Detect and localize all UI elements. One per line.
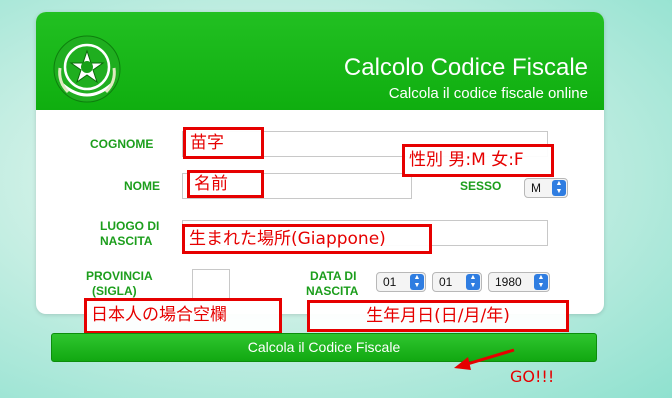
year-value: 1980 [495,275,522,289]
annotation-province: 日本人の場合空欄 [84,298,282,334]
provincia-label-line2: (SIGLA) [92,284,137,298]
sesso-label: SESSO [460,179,502,193]
arrow-icon [454,348,515,370]
annotation-birthplace: 生まれた場所(Giappone) [182,224,432,254]
nome-label: NOME [124,179,160,193]
sesso-select[interactable]: M ▲ ▼ [524,178,568,198]
provincia-input[interactable] [192,269,230,299]
annotation-birthdate: 生年月日(日/月/年) [307,300,569,332]
annotation-gender: 性別 男:M 女:F [402,144,554,177]
italian-emblem-icon [53,35,121,103]
annotation-surname: 苗字 [183,127,264,159]
day-select[interactable]: 01 ▲ ▼ [376,272,426,292]
luogo-label-line2: NASCITA [100,234,153,248]
year-select[interactable]: 1980 ▲ ▼ [488,272,550,292]
cognome-label: COGNOME [90,137,154,151]
provincia-label-line1: PROVINCIA [86,269,153,283]
sesso-value: M [531,181,541,195]
select-arrows-icon: ▲ ▼ [410,274,424,290]
select-arrows-icon: ▲ ▼ [552,180,566,196]
month-value: 01 [439,275,453,289]
header-banner: Calcolo Codice Fiscale Calcola il codice… [36,12,604,110]
day-value: 01 [383,275,397,289]
luogo-label-line1: LUOGO DI [100,219,160,233]
month-select[interactable]: 01 ▲ ▼ [432,272,482,292]
page-subtitle: Calcola il codice fiscale online [388,85,588,102]
select-arrows-icon: ▲ ▼ [534,274,548,290]
page-title: Calcolo Codice Fiscale [343,54,588,81]
data-label-line2: NASCITA [306,284,359,298]
annotation-go: GO!!! [510,367,555,386]
data-label-line1: DATA DI [310,269,357,283]
select-arrows-icon: ▲ ▼ [466,274,480,290]
annotation-name: 名前 [187,170,264,198]
